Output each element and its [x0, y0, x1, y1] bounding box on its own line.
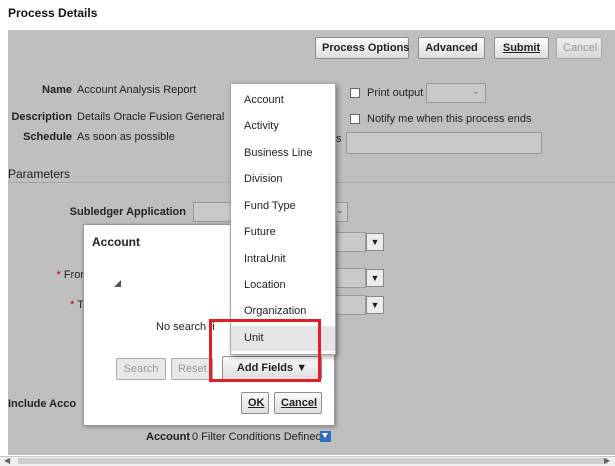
triangle-icon[interactable] [114, 280, 121, 287]
highlight-box [209, 319, 321, 382]
text-input[interactable] [346, 132, 542, 154]
scroll-right-icon[interactable]: ▶ [604, 456, 610, 465]
parameters-heading: Parameters [8, 167, 71, 181]
name-value: Account Analysis Report [77, 84, 197, 96]
print-output-checkbox[interactable] [350, 88, 360, 98]
schedule-value: As soon as possible [77, 131, 175, 143]
subledger-application-label: Subledger Application [69, 206, 186, 218]
page-title: Process Details [8, 6, 98, 20]
search-button[interactable]: Search [116, 358, 166, 380]
chevron-down-icon[interactable]: ▼ [366, 269, 384, 287]
print-output-label: Print output [367, 87, 424, 99]
account-panel-title: Account [92, 235, 140, 249]
add-fields-menu: Account Activity Business Line Division … [230, 83, 336, 355]
include-label: Include Acco [8, 398, 77, 410]
description-label: Description [11, 111, 72, 123]
filter-account-label: Account [146, 431, 190, 443]
process-options-button[interactable]: Process Options [315, 37, 409, 59]
notify-checkbox[interactable] [350, 114, 360, 124]
to-label: * T [70, 299, 84, 311]
menu-item-organization[interactable]: Organization [244, 305, 306, 317]
cancel-button[interactable]: Cancel [556, 37, 602, 59]
submit-button[interactable]: Submit [494, 37, 549, 59]
chevron-down-icon[interactable]: ▼ [366, 233, 384, 251]
menu-item-account[interactable]: Account [244, 94, 284, 106]
menu-item-location[interactable]: Location [244, 279, 286, 291]
panel-cancel-button[interactable]: Cancel [274, 392, 322, 414]
chevron-down-icon: ⌄ [472, 86, 480, 96]
from-label: * Fror [56, 269, 84, 281]
reset-button[interactable]: Reset [171, 358, 213, 380]
menu-item-future[interactable]: Future [244, 226, 276, 238]
filter-conditions-text: 0 Filter Conditions Defined [192, 431, 322, 443]
menu-item-division[interactable]: Division [244, 173, 283, 185]
chevron-down-icon: ⌄ [336, 205, 344, 215]
ok-button[interactable]: OK [241, 392, 269, 414]
description-value: Details Oracle Fusion General [77, 111, 225, 123]
name-label: Name [42, 84, 72, 96]
menu-item-fund-type[interactable]: Fund Type [244, 200, 296, 212]
from-field[interactable] [334, 232, 366, 252]
scrollbar-thumb[interactable] [18, 458, 608, 464]
no-search-text: No search fi [156, 321, 215, 333]
partial-label: s [336, 133, 342, 145]
from-value-field[interactable] [334, 268, 366, 288]
scroll-left-icon[interactable]: ◀ [4, 456, 10, 465]
advanced-button[interactable]: Advanced [418, 37, 485, 59]
schedule-label: Schedule [23, 131, 72, 143]
notify-label: Notify me when this process ends [367, 113, 532, 125]
to-value-field[interactable] [334, 295, 366, 315]
filter-icon[interactable] [320, 431, 331, 442]
menu-item-business-line[interactable]: Business Line [244, 147, 313, 159]
menu-item-activity[interactable]: Activity [244, 120, 279, 132]
menu-item-intraunit[interactable]: IntraUnit [244, 253, 286, 265]
chevron-down-icon[interactable]: ▼ [366, 296, 384, 314]
